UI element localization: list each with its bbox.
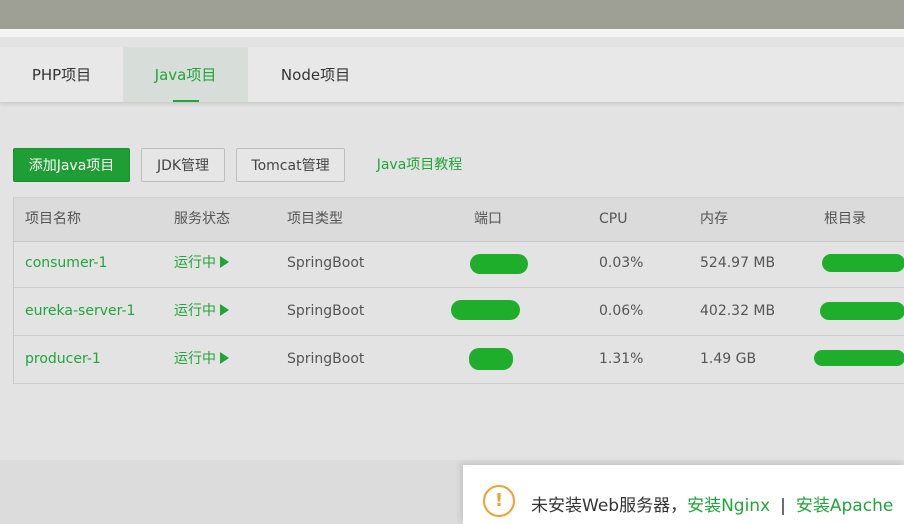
cpu-usage: 0.06% <box>599 303 644 319</box>
tab-node[interactable]: Node项目 <box>248 47 383 102</box>
column-header-root-dir[interactable]: 根目录 <box>824 198 866 241</box>
tab-php[interactable]: PHP项目 <box>0 47 123 102</box>
column-header-status[interactable]: 服务状态 <box>174 198 230 241</box>
memory-usage: 1.49 GB <box>700 351 757 367</box>
project-name-link[interactable]: producer-1 <box>25 336 101 383</box>
jdk-manage-button[interactable]: JDK管理 <box>141 148 225 182</box>
project-name-link[interactable]: consumer-1 <box>25 240 107 287</box>
tab-label: Node项目 <box>280 66 351 84</box>
top-header-bar <box>0 0 904 29</box>
web-server-notice: ! 未安装Web服务器，安装Nginx | 安装Apache <box>463 465 904 524</box>
play-icon <box>220 256 229 268</box>
port-redaction <box>470 254 528 274</box>
warning-circle-icon: ! <box>483 485 515 517</box>
column-header-port[interactable]: 端口 <box>474 198 502 241</box>
table-row: producer-1 运行中 SpringBoot 1.31% 1.49 GB <box>14 336 904 384</box>
install-apache-link[interactable]: 安装Apache <box>796 496 893 516</box>
root-dir-redaction <box>814 350 904 366</box>
status-label: 运行中 <box>174 303 216 319</box>
status-label: 运行中 <box>174 255 216 271</box>
project-name-link[interactable]: eureka-server-1 <box>25 288 135 335</box>
status-running-button[interactable]: 运行中 <box>174 240 229 287</box>
table-row: eureka-server-1 运行中 SpringBoot 0.06% 402… <box>14 288 904 336</box>
project-type: SpringBoot <box>287 351 365 367</box>
project-type: SpringBoot <box>287 255 365 271</box>
notice-separator: | <box>780 496 786 516</box>
header-divider <box>0 29 904 37</box>
memory-usage: 402.32 MB <box>700 303 776 319</box>
tab-label: PHP项目 <box>31 66 92 84</box>
java-tutorial-link[interactable]: Java项目教程 <box>362 148 477 182</box>
column-header-memory[interactable]: 内存 <box>700 198 728 241</box>
tab-label: Java项目 <box>154 66 217 84</box>
port-redaction <box>469 348 513 370</box>
project-type-tabs: PHP项目 Java项目 Node项目 <box>0 47 904 103</box>
active-tab-indicator <box>172 100 199 102</box>
column-header-name[interactable]: 项目名称 <box>25 198 81 241</box>
cpu-usage: 1.31% <box>599 351 644 367</box>
notice-message: 未安装Web服务器，安装Nginx | 安装Apache <box>531 491 893 516</box>
install-nginx-link[interactable]: 安装Nginx <box>687 496 770 516</box>
port-redaction <box>451 300 520 320</box>
status-running-button[interactable]: 运行中 <box>174 288 229 335</box>
column-header-type[interactable]: 项目类型 <box>287 198 343 241</box>
column-header-cpu[interactable]: CPU <box>599 198 627 241</box>
tab-java[interactable]: Java项目 <box>123 47 248 102</box>
table-row: consumer-1 运行中 SpringBoot 0.03% 524.97 M… <box>14 240 904 288</box>
play-icon <box>220 304 229 316</box>
notice-text: 未安装Web服务器， <box>531 496 688 516</box>
memory-usage: 524.97 MB <box>700 255 776 271</box>
project-table: 项目名称 服务状态 项目类型 端口 CPU 内存 根目录 consumer-1 … <box>13 197 904 384</box>
cpu-usage: 0.03% <box>599 255 644 271</box>
status-label: 运行中 <box>174 351 216 367</box>
project-type: SpringBoot <box>287 303 365 319</box>
table-header: 项目名称 服务状态 项目类型 端口 CPU 内存 根目录 <box>14 197 904 242</box>
play-icon <box>220 352 229 364</box>
toolbar: 添加Java项目 JDK管理 Tomcat管理 Java项目教程 <box>0 148 904 184</box>
tomcat-manage-button[interactable]: Tomcat管理 <box>236 148 345 182</box>
main-content: PHP项目 Java项目 Node项目 添加Java项目 JDK管理 Tomca… <box>0 37 904 460</box>
status-running-button[interactable]: 运行中 <box>174 336 229 383</box>
add-java-project-button[interactable]: 添加Java项目 <box>13 148 130 182</box>
root-dir-redaction <box>822 254 904 272</box>
root-dir-redaction <box>820 302 904 320</box>
